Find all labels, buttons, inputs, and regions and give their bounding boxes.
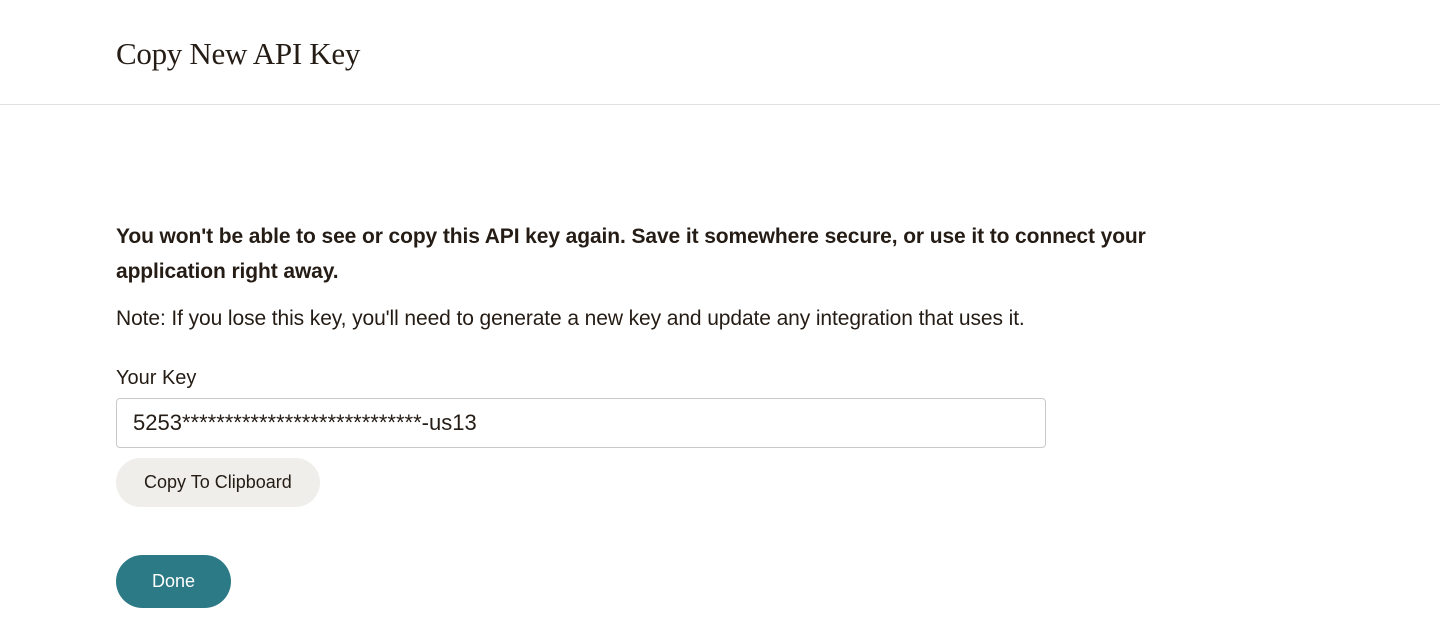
api-key-input[interactable] bbox=[116, 398, 1046, 448]
copy-to-clipboard-button[interactable]: Copy To Clipboard bbox=[116, 458, 320, 507]
page-header: Copy New API Key bbox=[0, 0, 1440, 105]
warning-message: You won't be able to see or copy this AP… bbox=[116, 220, 1164, 289]
api-key-label: Your Key bbox=[116, 367, 1164, 390]
main-content: You won't be able to see or copy this AP… bbox=[0, 105, 1280, 608]
done-button[interactable]: Done bbox=[116, 555, 231, 608]
note-message: Note: If you lose this key, you'll need … bbox=[116, 303, 1164, 335]
page-title: Copy New API Key bbox=[116, 36, 1440, 72]
